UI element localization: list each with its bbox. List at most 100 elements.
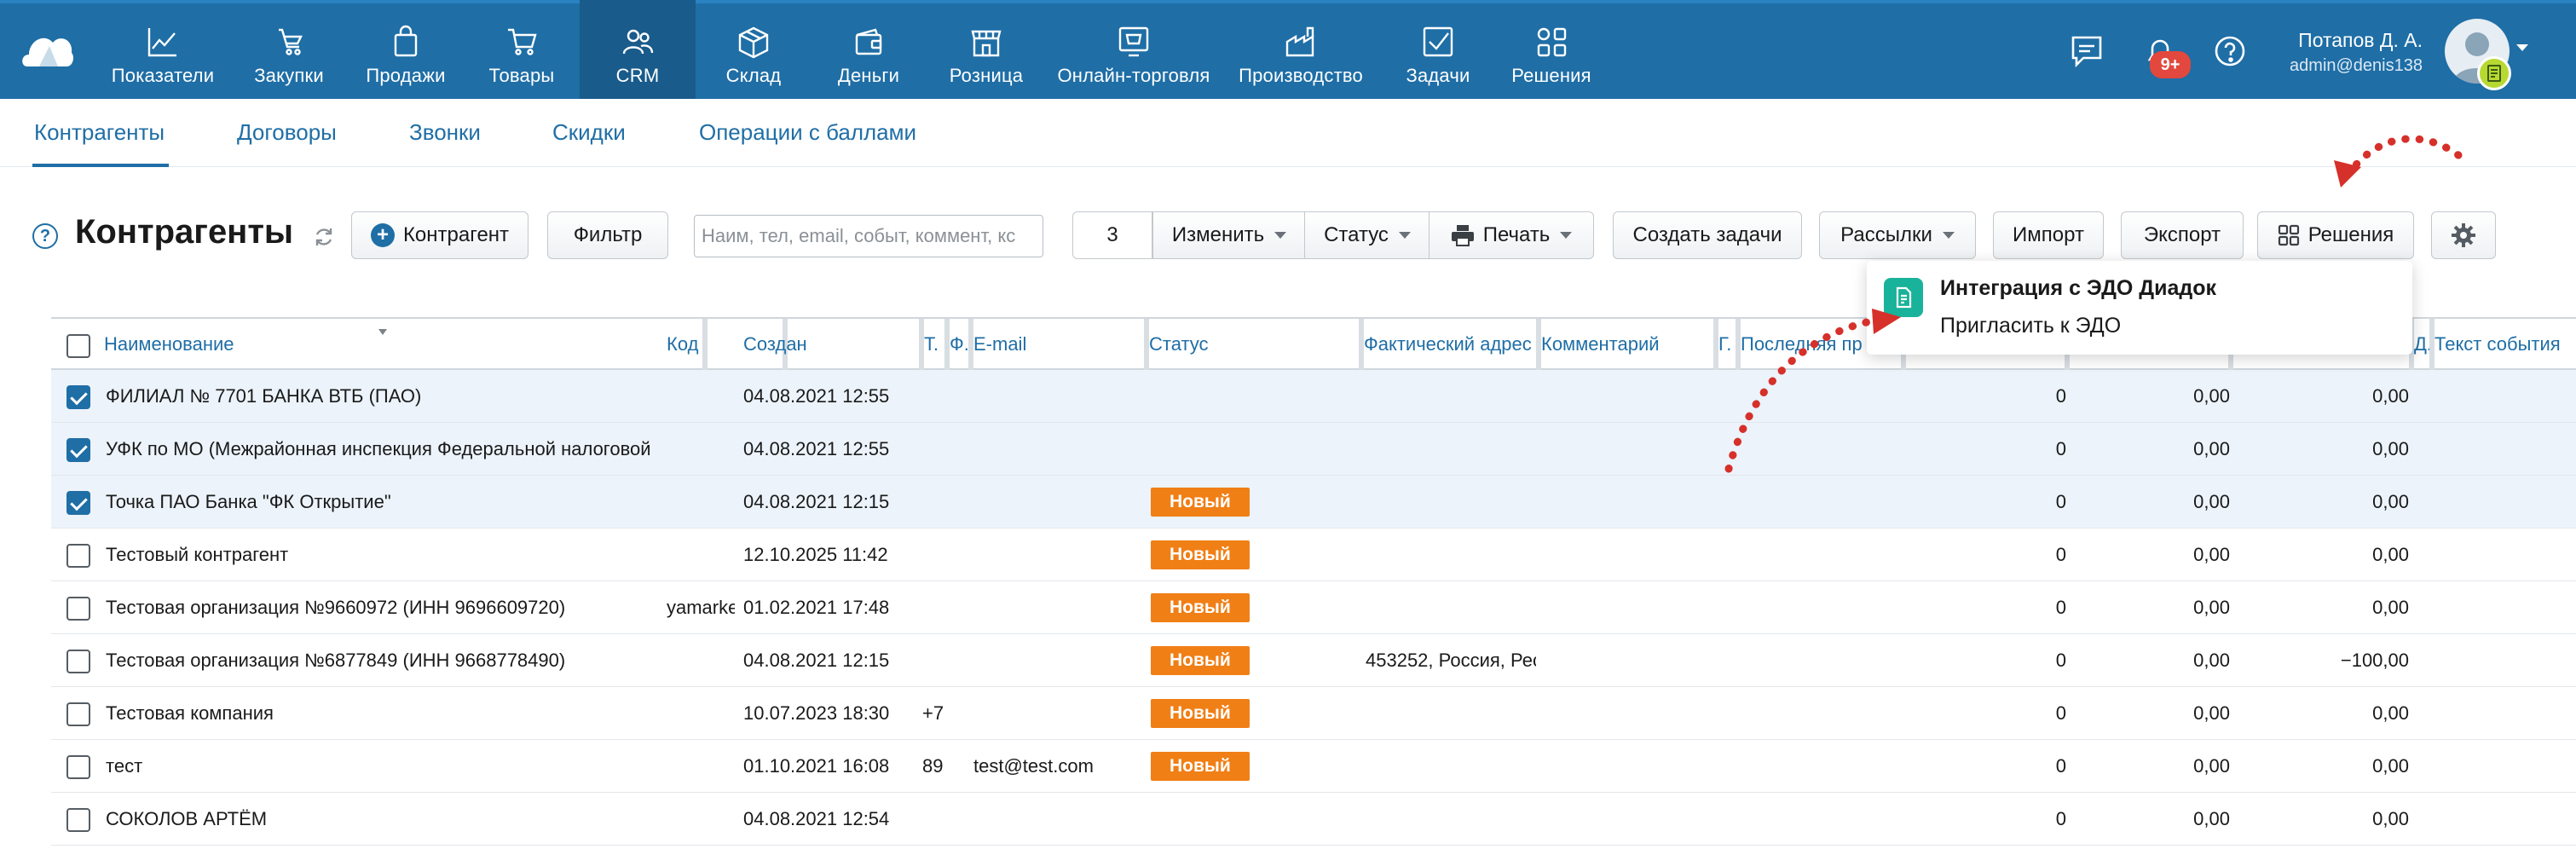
sort-arrow-icon[interactable] [378, 329, 387, 335]
nav-item-indicators[interactable]: Показатели [99, 0, 227, 99]
import-button[interactable]: Импорт [1993, 211, 2104, 259]
tab-counterparties[interactable]: Контрагенты [34, 119, 165, 146]
invite-to-edo-link[interactable]: Пригласить к ЭДО [1940, 314, 2121, 338]
filter-button[interactable]: Фильтр [547, 211, 668, 259]
tab-contracts[interactable]: Договоры [237, 119, 337, 146]
nav-item-production[interactable]: Производство [1233, 0, 1369, 99]
column-header-event-text[interactable]: Текст события [2429, 319, 2576, 370]
change-dropdown-button[interactable]: Изменить [1152, 211, 1306, 259]
status-badge[interactable]: Новый [1151, 646, 1250, 675]
status-badge[interactable]: Новый [1151, 752, 1250, 781]
cell-balance: 0,00 [2372, 385, 2409, 407]
settings-button[interactable] [2431, 211, 2496, 259]
status-badge[interactable]: Новый [1151, 540, 1250, 569]
row-checkbox[interactable] [66, 544, 90, 568]
column-label: Фактический адрес [1364, 333, 1532, 355]
cell-balance: 0,00 [2372, 597, 2409, 618]
print-dropdown-button[interactable]: Печать [1429, 211, 1594, 259]
export-button[interactable]: Экспорт [2121, 211, 2244, 259]
column-header-comment[interactable]: Комментарий [1536, 319, 1718, 370]
cell-count: 0 [2055, 544, 2066, 565]
row-checkbox[interactable] [66, 438, 90, 462]
cell-address: 453252, Россия, Рес [1366, 650, 1536, 671]
help-circle-icon[interactable] [2209, 31, 2250, 72]
cell-status: Новый [1151, 476, 1355, 528]
cell-balance: 0,00 [2372, 438, 2409, 459]
cell-email [973, 370, 1144, 423]
diadoc-integration-icon [1884, 278, 1923, 317]
row-checkbox[interactable] [66, 385, 90, 409]
column-header-status[interactable]: Статус [1144, 319, 1364, 370]
add-counterparty-button[interactable]: + Контрагент [351, 211, 528, 259]
column-label: Г. [1718, 333, 1732, 355]
row-checkbox[interactable] [66, 491, 90, 515]
user-name[interactable]: Потапов Д. А. [2298, 29, 2423, 52]
nav-item-crm[interactable]: CRM [580, 0, 696, 99]
refresh-icon[interactable] [312, 225, 336, 249]
tab-points-operations[interactable]: Операции с баллами [699, 119, 916, 146]
app-logo-icon[interactable] [20, 29, 75, 70]
cell-created: 01.10.2021 16:08 [743, 755, 890, 777]
row-checkbox[interactable] [66, 597, 90, 621]
nav-item-retail[interactable]: Розница [939, 0, 1033, 99]
nav-item-tasks[interactable]: Задачи [1398, 0, 1478, 99]
user-email[interactable]: admin@denis138 [2290, 56, 2423, 76]
nav-item-purchases[interactable]: Закупки [242, 0, 336, 99]
chevron-down-icon[interactable] [2516, 44, 2528, 51]
create-tasks-button[interactable]: Создать задачи [1613, 211, 1802, 259]
tab-discounts[interactable]: Скидки [552, 119, 626, 146]
status-badge[interactable]: Новый [1151, 488, 1250, 517]
cell-created: 04.08.2021 12:15 [743, 491, 890, 512]
cell-balance: 0,00 [2372, 702, 2409, 724]
cell-name: УФК по МО (Межрайонная инспекция Федерал… [106, 438, 651, 459]
nav-item-money[interactable]: Деньги [823, 0, 914, 99]
nav-item-sales[interactable]: Продажи [355, 0, 457, 99]
help-icon[interactable]: ? [32, 223, 58, 249]
search-input[interactable] [694, 215, 1043, 257]
cell-phone [922, 528, 948, 581]
table-row[interactable]: ФИЛИАЛ № 7701 БАНКА ВТБ (ПАО) 04.08.2021 … [51, 370, 2576, 423]
column-label: Наименование [104, 333, 234, 355]
cell-status: Новый [1151, 581, 1355, 634]
row-checkbox[interactable] [66, 755, 90, 779]
chat-icon[interactable] [2066, 31, 2107, 72]
table-row[interactable]: Тестовая компания 10.07.2023 18:30 +7 Новый… [51, 687, 2576, 740]
nav-item-online-trade[interactable]: Онлайн-торговля [1054, 0, 1214, 99]
nav-label: Онлайн-торговля [1057, 65, 1210, 86]
column-label: Т. [924, 333, 939, 355]
tab-calls[interactable]: Звонки [409, 119, 481, 146]
table-row[interactable]: Тестовая организация №9660972 (ИНН 96966… [51, 581, 2576, 634]
column-header-name[interactable]: Наименование [99, 319, 708, 370]
row-checkbox[interactable] [66, 808, 90, 832]
cell-sum: 0,00 [2193, 755, 2230, 777]
table-row[interactable]: тест 01.10.2021 16:08 89 test@test.com Новый… [51, 740, 2576, 793]
status-dropdown-button[interactable]: Статус [1304, 211, 1430, 259]
column-header-created[interactable]: Создан [738, 319, 924, 370]
cart-purchase-icon [269, 22, 309, 61]
table-row[interactable]: СОКОЛОВ АРТЁМ 04.08.2021 12:54 0 0,00 0,00 [51, 793, 2576, 846]
cell-email [973, 793, 1144, 846]
nav-item-solutions[interactable]: Решения [1505, 0, 1597, 99]
nav-label: Решения [1511, 65, 1591, 86]
cell-name: ФИЛИАЛ № 7701 БАНКА ВТБ (ПАО) [106, 385, 422, 407]
status-badge[interactable]: Новый [1151, 593, 1250, 622]
solutions-button[interactable]: Решения [2257, 211, 2414, 259]
column-header-address[interactable]: Фактический адрес [1359, 319, 1541, 370]
table-row[interactable]: Тестовый контрагент 12.10.2025 11:42 Новый… [51, 528, 2576, 581]
nav-item-warehouse[interactable]: Склад [713, 0, 794, 99]
table-row[interactable]: Тестовая организация №6877849 (ИНН 96687… [51, 634, 2576, 687]
select-all-checkbox[interactable] [66, 334, 90, 358]
mailings-dropdown-button[interactable]: Рассылки [1819, 211, 1976, 259]
row-checkbox[interactable] [66, 702, 90, 726]
cell-name: Тестовый контрагент [106, 544, 289, 565]
column-header-email[interactable]: E-mail [968, 319, 1149, 370]
import-label: Импорт [2013, 223, 2084, 246]
nav-item-goods[interactable]: Товары [477, 0, 566, 99]
table-row[interactable]: Точка ПАО Банка "ФК Открытие" 04.08.2021 … [51, 476, 2576, 528]
cell-code [667, 370, 735, 423]
cell-code [667, 528, 735, 581]
status-badge[interactable]: Новый [1151, 699, 1250, 728]
cell-status: Новый [1151, 528, 1355, 581]
table-row[interactable]: УФК по МО (Межрайонная инспекция Федерал… [51, 423, 2576, 476]
row-checkbox[interactable] [66, 650, 90, 673]
